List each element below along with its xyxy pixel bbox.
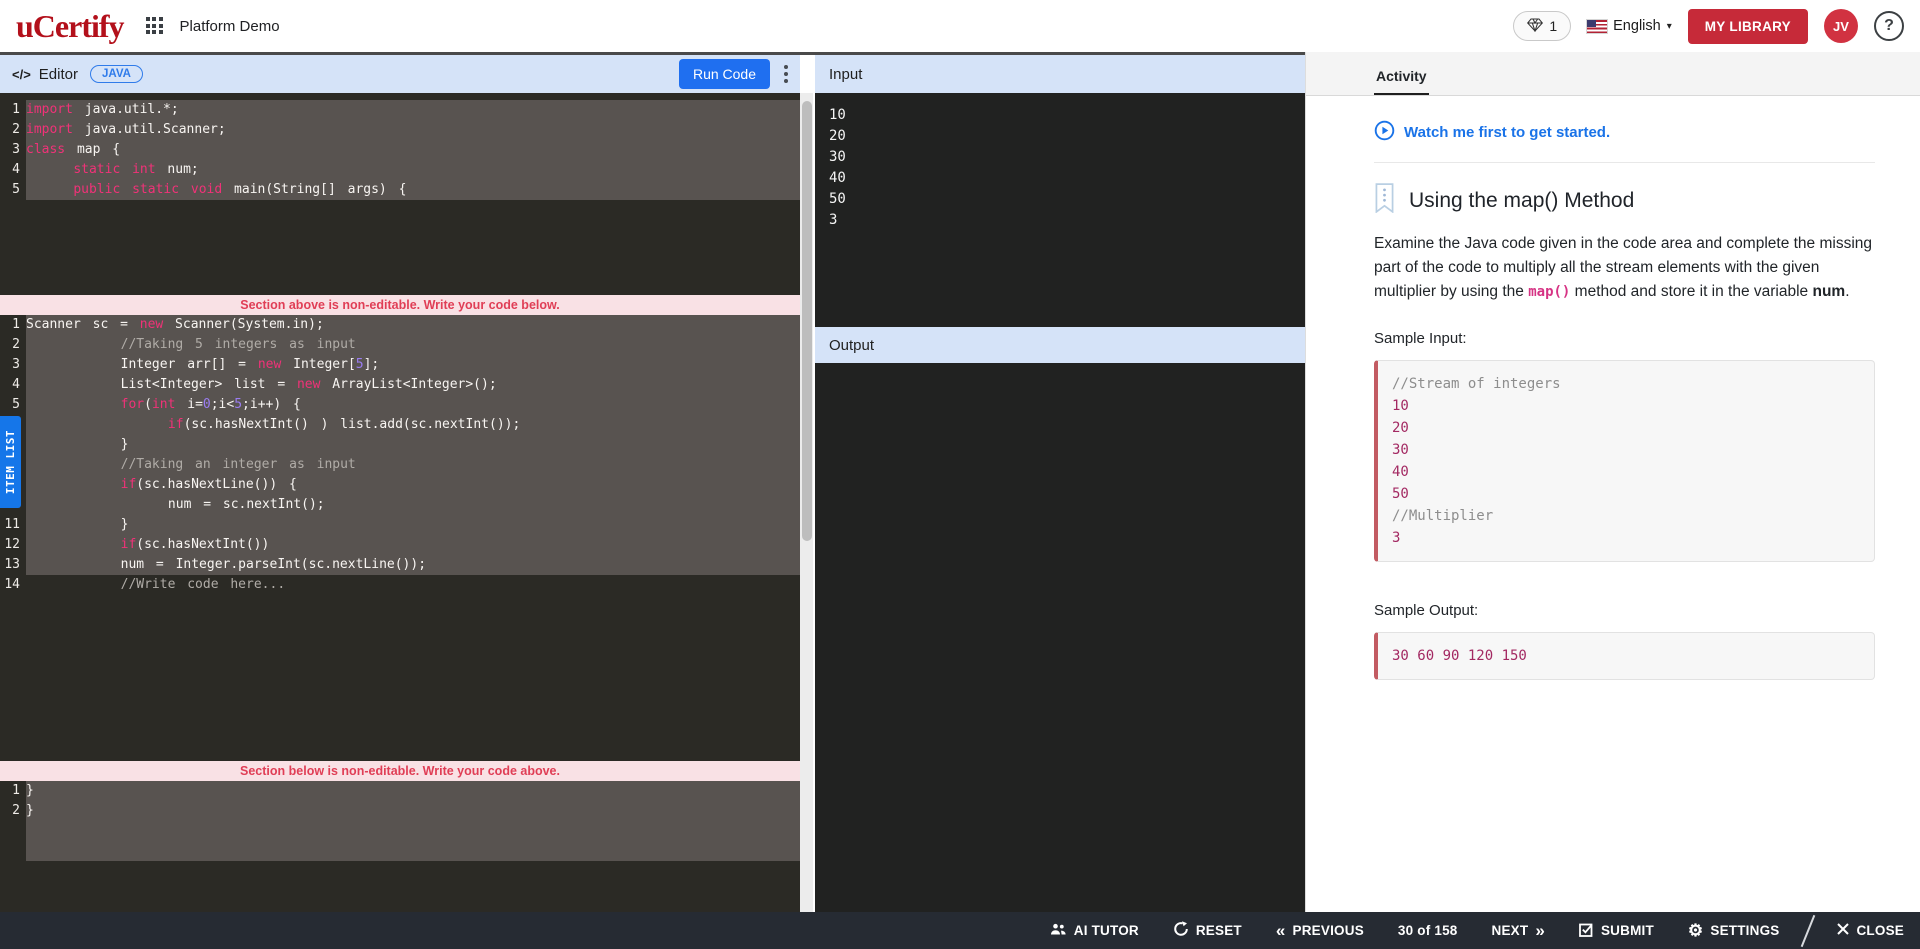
activity-tab-bar: Activity (1306, 52, 1920, 96)
tab-activity[interactable]: Activity (1374, 68, 1429, 95)
people-icon (1050, 922, 1067, 939)
code-section-noneditable-top: 1import java.util.*;2import java.util.Sc… (0, 93, 800, 295)
sample-output-box: 30 60 90 120 150 (1374, 632, 1875, 680)
main-content: </> Editor JAVA Run Code 1import java.ut… (0, 52, 1920, 912)
play-circle-icon (1374, 120, 1395, 145)
credits-count: 1 (1549, 18, 1557, 34)
reset-icon (1173, 921, 1189, 940)
next-button[interactable]: NEXT » (1492, 922, 1545, 939)
settings-button[interactable]: ⚙ SETTINGS (1688, 922, 1780, 939)
editor-header: </> Editor JAVA Run Code (0, 55, 800, 93)
top-header: uCertify Platform Demo 1 English ▾ MY LI… (0, 0, 1920, 52)
code-area: 1import java.util.*;2import java.util.Sc… (0, 93, 800, 912)
bottom-toolbar: AI TUTOR RESET « PREVIOUS 30 of 158 NEXT… (0, 912, 1920, 949)
output-header: Output (815, 327, 1305, 363)
bookmark-icon (1374, 183, 1395, 218)
editor-panel: </> Editor JAVA Run Code 1import java.ut… (0, 55, 800, 912)
code-section-editable[interactable]: 1Scanner sc = new Scanner(System.in);2 /… (0, 315, 800, 761)
reset-button[interactable]: RESET (1173, 921, 1242, 940)
editor-title: Editor (39, 66, 78, 83)
apps-grid-icon[interactable] (146, 17, 164, 35)
notice-bottom: Section below is non-editable. Write you… (0, 761, 800, 781)
app-title: Platform Demo (180, 18, 280, 35)
item-list-tab[interactable]: ITEM LIST (0, 416, 21, 508)
sample-output-label: Sample Output: (1374, 602, 1875, 619)
gear-icon: ⚙ (1688, 922, 1703, 939)
help-icon[interactable]: ? (1874, 11, 1904, 41)
sample-input-box: //Stream of integers1020304050//Multipli… (1374, 360, 1875, 562)
editor-scrollbar-thumb[interactable] (802, 101, 812, 541)
input-header: Input (815, 55, 1305, 93)
sample-input-label: Sample Input: (1374, 330, 1875, 347)
editor-menu-icon[interactable] (784, 65, 788, 83)
watch-me-first-link[interactable]: Watch me first to get started. (1374, 120, 1875, 145)
chevrons-left-icon: « (1276, 922, 1286, 939)
java-language-badge: JAVA (90, 65, 143, 83)
chevrons-right-icon: » (1535, 922, 1545, 939)
divider (1374, 162, 1875, 163)
output-area (815, 363, 1305, 912)
close-button[interactable]: CLOSE (1837, 923, 1904, 938)
close-icon (1837, 923, 1849, 938)
io-panel: Input 10203040503 Output (815, 55, 1305, 912)
ucertify-logo: uCertify (16, 8, 124, 45)
language-label: English (1613, 18, 1661, 34)
activity-description: Examine the Java code given in the code … (1374, 232, 1875, 304)
avatar[interactable]: JV (1824, 9, 1858, 43)
progress-indicator: 30 of 158 (1398, 923, 1458, 938)
slash-divider (1801, 914, 1816, 946)
editor-scrollbar[interactable] (800, 93, 813, 912)
ai-tutor-button[interactable]: AI TUTOR (1050, 922, 1139, 939)
activity-panel: Activity Watch me first to get started. … (1305, 52, 1920, 912)
code-fill (26, 821, 800, 861)
num-token: num (1813, 283, 1846, 300)
code-section-noneditable-bottom: 1}2} (0, 781, 800, 861)
run-code-button[interactable]: Run Code (679, 59, 770, 89)
checkbox-check-icon (1579, 922, 1594, 940)
notice-top: Section above is non-editable. Write you… (0, 295, 800, 315)
activity-title: Using the map() Method (1409, 189, 1634, 213)
map-code-token: map() (1528, 284, 1570, 300)
credits-pill[interactable]: 1 (1513, 11, 1571, 41)
my-library-button[interactable]: MY LIBRARY (1688, 9, 1808, 44)
input-area[interactable]: 10203040503 (815, 93, 1305, 327)
us-flag-icon (1587, 20, 1607, 33)
submit-button[interactable]: SUBMIT (1579, 922, 1654, 940)
chevron-down-icon: ▾ (1667, 21, 1672, 32)
previous-button[interactable]: « PREVIOUS (1276, 922, 1364, 939)
gem-icon (1527, 18, 1543, 35)
language-selector[interactable]: English ▾ (1587, 18, 1672, 34)
code-icon: </> (12, 67, 31, 82)
